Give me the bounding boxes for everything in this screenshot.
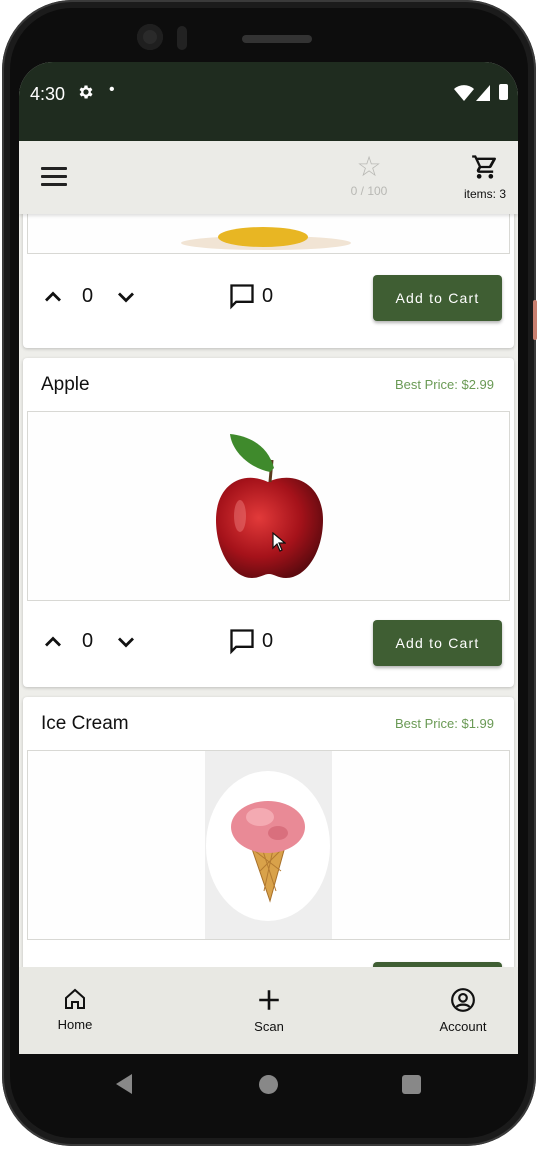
product-image (27, 411, 510, 601)
chevron-up-icon[interactable] (39, 628, 67, 656)
plus-icon (259, 990, 279, 1010)
chevron-down-icon[interactable] (112, 628, 140, 656)
menu-icon[interactable] (41, 167, 67, 187)
product-image (27, 214, 510, 254)
nav-home-label: Home (57, 1017, 93, 1032)
home-circle-icon[interactable] (259, 1075, 278, 1094)
status-bar: 4:30 • (19, 62, 518, 141)
product-list[interactable]: 0 0 Add to Cart Apple Best Price: $2.99 (19, 214, 518, 967)
notification-dot: • (109, 81, 115, 98)
signal-icon (476, 85, 490, 106)
proximity-sensor (177, 26, 187, 50)
bottom-navigation: Home Scan Account (19, 967, 518, 1054)
add-to-cart-button[interactable]: Add to Cart (373, 620, 502, 666)
nav-scan-label: Scan (254, 1019, 284, 1034)
battery-icon (499, 84, 508, 100)
nav-account[interactable]: Account (418, 987, 508, 1034)
recents-icon[interactable] (402, 1075, 421, 1094)
chevron-up-icon[interactable] (39, 283, 67, 311)
system-navigation (19, 1054, 518, 1116)
earpiece-speaker (242, 35, 312, 43)
best-price: Best Price: $2.99 (395, 377, 494, 392)
back-icon[interactable] (116, 1074, 132, 1094)
account-circle-icon (451, 988, 475, 1012)
cart-button[interactable]: items: 3 (455, 153, 515, 201)
stars-count: 0 / 100 (350, 184, 388, 198)
product-image (27, 750, 510, 940)
product-card: Apple Best Price: $2.99 0 0 Add to Cart (23, 358, 514, 687)
product-name: Apple (41, 374, 90, 395)
comment-icon[interactable] (228, 627, 256, 655)
product-controls: 0 0 Add to Cart (23, 613, 514, 673)
cursor-icon (272, 532, 286, 552)
star-icon: ☆ (356, 151, 382, 182)
chevron-down-icon[interactable] (112, 283, 140, 311)
nav-home[interactable]: Home (30, 987, 120, 1032)
comment-count: 0 (262, 285, 274, 307)
nav-scan[interactable]: Scan (224, 987, 314, 1034)
product-card: Ice Cream Best Price: $1.99 (23, 697, 514, 967)
app-bar: ☆ 0 / 100 items: 3 (19, 141, 518, 214)
home-icon (65, 988, 85, 1009)
quantity-value: 0 (82, 630, 94, 652)
cart-icon (472, 155, 497, 179)
quantity-value: 0 (82, 285, 94, 307)
power-button (533, 300, 537, 340)
app-screen: 4:30 • ☆ 0 / 100 items: 3 0 0 Add to Car… (19, 62, 518, 1054)
product-controls: 0 0 Add to Cart (23, 268, 514, 328)
stars-counter[interactable]: ☆ 0 / 100 (337, 151, 401, 199)
gear-icon (77, 83, 95, 106)
front-camera (137, 24, 163, 50)
nav-account-label: Account (439, 1019, 487, 1034)
status-time: 4:30 (30, 84, 66, 104)
product-name: Ice Cream (41, 713, 129, 734)
wifi-icon (454, 85, 474, 106)
add-to-cart-button[interactable]: Add to Cart (373, 275, 502, 321)
cart-count: items: 3 (463, 187, 506, 201)
comment-count: 0 (262, 630, 274, 652)
best-price: Best Price: $1.99 (395, 716, 494, 731)
comment-icon[interactable] (228, 282, 256, 310)
product-card: 0 0 Add to Cart (23, 214, 514, 348)
